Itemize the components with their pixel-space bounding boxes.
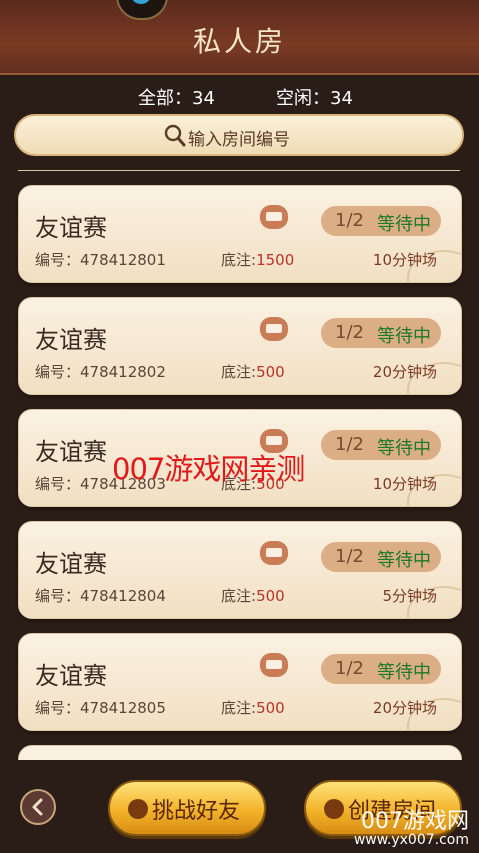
room-code: 编号：478412801 [35, 251, 166, 269]
room-state: 等待中 [377, 550, 431, 571]
room-name: 友谊赛 [35, 438, 107, 466]
room-status-badge: 1/2 等待中 [321, 654, 441, 684]
room-name: 友谊赛 [35, 550, 107, 578]
room-code: 编号：478412802 [35, 363, 166, 381]
back-button[interactable] [20, 789, 56, 825]
table-icon [260, 541, 288, 565]
room-seats: 1/2 [335, 658, 364, 679]
table-icon [260, 653, 288, 677]
room-state: 等待中 [377, 326, 431, 347]
room-stake: 底注:500 [221, 363, 285, 381]
divider [18, 170, 460, 171]
room-name: 友谊赛 [35, 326, 107, 354]
room-card[interactable]: 友谊赛 1/2 等待中 编号：478412802 底注:500 20分钟场 [18, 297, 462, 395]
room-code: 编号：478412805 [35, 699, 166, 717]
header: 私人房 [0, 0, 479, 75]
page-title: 私人房 [192, 25, 286, 58]
chevron-left-icon [32, 798, 43, 816]
idle-rooms-count: 空闲：34 [276, 88, 353, 109]
room-code: 编号：478412804 [35, 587, 166, 605]
watermark-text: 007游戏网亲测 [112, 452, 305, 486]
table-icon [260, 205, 288, 229]
room-card[interactable]: 友谊赛 1/2 等待中 编号：478412805 底注:500 20分钟场 [18, 633, 462, 731]
room-state: 等待中 [377, 214, 431, 235]
room-seats: 1/2 [335, 434, 364, 455]
room-status-badge: 1/2 等待中 [321, 318, 441, 348]
room-stats: 全部：34 空闲：34 [0, 84, 479, 110]
room-seats: 1/2 [335, 546, 364, 567]
challenge-friend-label: 挑战好友 [152, 799, 241, 824]
room-seats: 1/2 [335, 210, 364, 231]
room-state: 等待中 [377, 662, 431, 683]
total-rooms-count: 全部：34 [138, 88, 215, 109]
room-seats: 1/2 [335, 322, 364, 343]
room-state: 等待中 [377, 438, 431, 459]
table-icon [260, 317, 288, 341]
room-status-badge: 1/2 等待中 [321, 542, 441, 572]
room-stake: 底注:500 [221, 699, 285, 717]
game-logo-icon [116, 0, 168, 20]
room-name: 友谊赛 [35, 662, 107, 690]
room-status-badge: 1/2 等待中 [321, 206, 441, 236]
room-stake: 底注:500 [221, 587, 285, 605]
room-search-input[interactable]: 输入房间编号 [14, 114, 464, 156]
room-name: 友谊赛 [35, 214, 107, 242]
challenge-friend-button[interactable]: 挑战好友 [108, 780, 266, 836]
room-card[interactable]: 友谊赛 1/2 等待中 编号：478412801 底注:1500 10分钟场 [18, 185, 462, 283]
corner-watermark: 007游戏网 www.yx007.com [353, 809, 469, 849]
search-placeholder: 输入房间编号 [188, 130, 290, 150]
room-stake: 底注:1500 [221, 251, 295, 269]
user-icon [128, 799, 148, 819]
room-card[interactable]: 友谊赛 1/2 等待中 编号：478412804 底注:500 5分钟场 [18, 521, 462, 619]
room-icon [324, 799, 344, 819]
search-icon [164, 124, 186, 147]
room-status-badge: 1/2 等待中 [321, 430, 441, 460]
